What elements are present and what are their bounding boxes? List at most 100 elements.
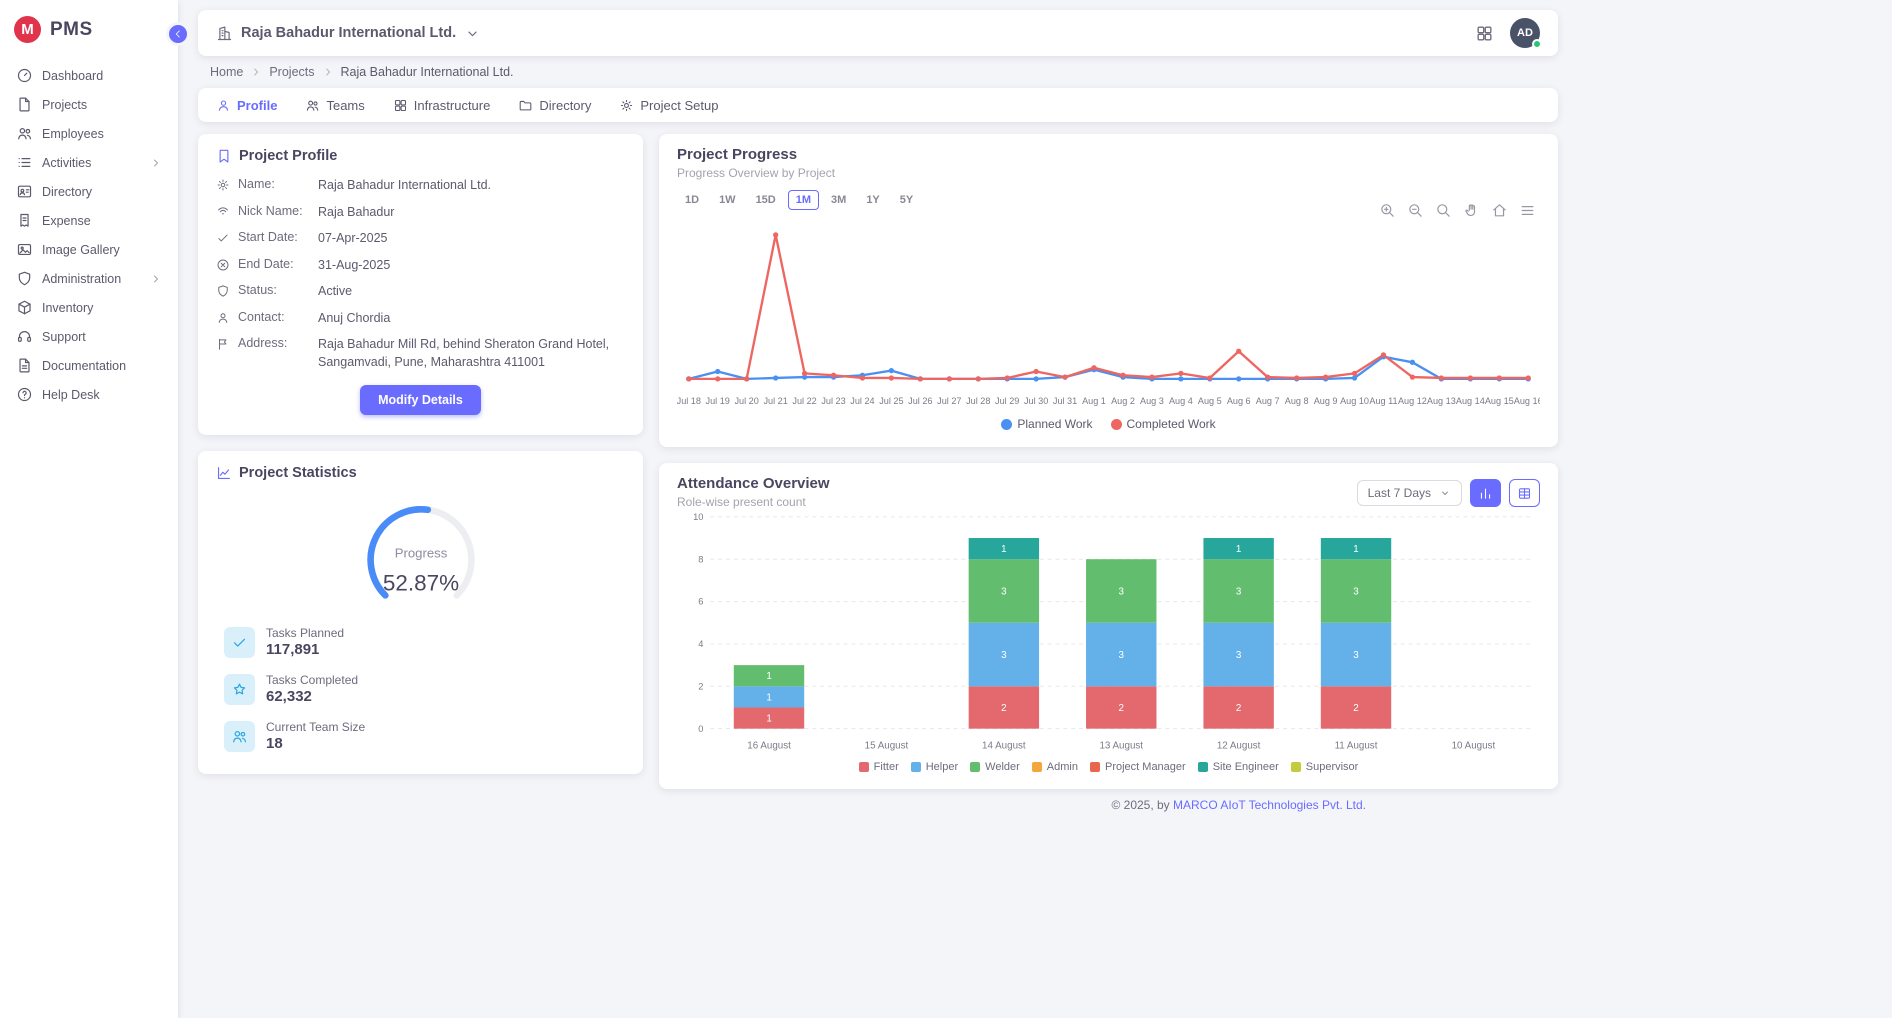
project-progress-chart[interactable]: Jul 18Jul 19Jul 20Jul 21Jul 22Jul 23Jul … bbox=[677, 210, 1540, 415]
legend-item[interactable]: Project Manager bbox=[1090, 761, 1186, 773]
svg-text:Aug 8: Aug 8 bbox=[1285, 396, 1309, 406]
field-label: Nick Name: bbox=[238, 204, 310, 218]
chevron-down-icon bbox=[1439, 487, 1451, 499]
range-15d-button[interactable]: 15D bbox=[748, 190, 784, 210]
check-icon bbox=[224, 627, 255, 658]
attendance-chart[interactable]: 024681011116 August15 August233114 Augus… bbox=[677, 509, 1540, 759]
svg-text:1: 1 bbox=[1353, 544, 1358, 555]
modify-details-button[interactable]: Modify Details bbox=[360, 385, 481, 415]
range-1w-button[interactable]: 1W bbox=[711, 190, 744, 210]
sidebar-item-administration[interactable]: Administration bbox=[9, 264, 169, 293]
breadcrumb-home[interactable]: Home bbox=[210, 65, 243, 79]
sidebar-item-label: Activities bbox=[42, 156, 141, 170]
sidebar-collapse-button[interactable] bbox=[166, 22, 190, 46]
legend-swatch bbox=[859, 762, 869, 772]
employees-icon bbox=[16, 125, 33, 142]
table-view-button[interactable] bbox=[1509, 479, 1540, 507]
svg-text:Aug 6: Aug 6 bbox=[1227, 396, 1251, 406]
svg-text:3: 3 bbox=[1001, 586, 1007, 597]
apps-grid-icon bbox=[1475, 24, 1494, 43]
stat-tasks-completed: Tasks Completed 62,332 bbox=[224, 673, 625, 705]
chart-line-icon bbox=[216, 465, 232, 481]
legend-swatch bbox=[970, 762, 980, 772]
attendance-controls: Last 7 Days bbox=[1357, 479, 1540, 507]
svg-text:Aug 3: Aug 3 bbox=[1140, 396, 1164, 406]
range-5y-button[interactable]: 5Y bbox=[892, 190, 921, 210]
tab-profile[interactable]: Profile bbox=[216, 88, 277, 122]
sidebar-item-dashboard[interactable]: Dashboard bbox=[9, 61, 169, 90]
stat-value: 62,332 bbox=[266, 688, 358, 705]
legend-item[interactable]: Fitter bbox=[859, 761, 899, 773]
range-1y-button[interactable]: 1Y bbox=[858, 190, 887, 210]
chevron-left-icon bbox=[172, 28, 184, 40]
help-desk-icon bbox=[16, 386, 33, 403]
stat-label: Current Team Size bbox=[266, 720, 365, 734]
legend-item[interactable]: Welder bbox=[970, 761, 1020, 773]
svg-text:Jul 18: Jul 18 bbox=[677, 396, 701, 406]
svg-text:Jul 27: Jul 27 bbox=[937, 396, 961, 406]
user-avatar[interactable]: AD bbox=[1510, 18, 1540, 48]
sidebar-item-expense[interactable]: Expense bbox=[9, 206, 169, 235]
brand-name: PMS bbox=[50, 19, 93, 41]
breadcrumb-projects[interactable]: Projects bbox=[269, 65, 314, 79]
legend-item[interactable]: Admin bbox=[1032, 761, 1078, 773]
tab-project-setup[interactable]: Project Setup bbox=[619, 88, 718, 122]
company-selector[interactable]: Raja Bahadur International Ltd. bbox=[216, 25, 481, 42]
range-3m-button[interactable]: 3M bbox=[823, 190, 854, 210]
range-1d-button[interactable]: 1D bbox=[677, 190, 707, 210]
pan-icon[interactable] bbox=[1463, 202, 1480, 219]
home-icon[interactable] bbox=[1491, 202, 1508, 219]
zoom-out-icon[interactable] bbox=[1407, 202, 1424, 219]
field-value: Raja Bahadur International Ltd. bbox=[318, 177, 625, 195]
range-1m-button[interactable]: 1M bbox=[788, 190, 819, 210]
sidebar-item-support[interactable]: Support bbox=[9, 322, 169, 351]
attendance-range-select[interactable]: Last 7 Days bbox=[1357, 480, 1462, 506]
bar-chart-view-button[interactable] bbox=[1470, 479, 1501, 507]
sidebar-item-directory[interactable]: Directory bbox=[9, 177, 169, 206]
legend-item[interactable]: Helper bbox=[911, 761, 958, 773]
svg-text:Aug 12: Aug 12 bbox=[1398, 396, 1427, 406]
person-icon bbox=[216, 98, 231, 113]
sidebar-item-image-gallery[interactable]: Image Gallery bbox=[9, 235, 169, 264]
sidebar-item-documentation[interactable]: Documentation bbox=[9, 351, 169, 380]
stat-value: 18 bbox=[266, 735, 365, 752]
sidebar-item-activities[interactable]: Activities bbox=[9, 148, 169, 177]
svg-text:Jul 20: Jul 20 bbox=[734, 396, 758, 406]
legend-item[interactable]: Supervisor bbox=[1291, 761, 1359, 773]
attendance-title: Attendance Overview bbox=[677, 475, 830, 492]
brand[interactable]: M PMS bbox=[0, 0, 178, 55]
apps-grid-button[interactable] bbox=[1475, 24, 1494, 43]
sidebar-item-inventory[interactable]: Inventory bbox=[9, 293, 169, 322]
svg-text:Aug 9: Aug 9 bbox=[1314, 396, 1338, 406]
legend-item[interactable]: Site Engineer bbox=[1198, 761, 1279, 773]
zoom-in-icon[interactable] bbox=[1379, 202, 1396, 219]
svg-text:2: 2 bbox=[1119, 703, 1124, 714]
footer-link[interactable]: MARCO AIoT Technologies Pvt. Ltd. bbox=[1173, 798, 1366, 812]
svg-text:6: 6 bbox=[698, 597, 703, 607]
tab-bar: Profile Teams Infrastructure Directory P… bbox=[198, 88, 1558, 122]
table-icon bbox=[1517, 486, 1532, 501]
svg-text:3: 3 bbox=[1353, 586, 1359, 597]
svg-text:3: 3 bbox=[1119, 586, 1125, 597]
sidebar-item-help-desk[interactable]: Help Desk bbox=[9, 380, 169, 409]
svg-text:1: 1 bbox=[1001, 544, 1006, 555]
legend-item[interactable]: Completed Work bbox=[1111, 417, 1216, 431]
profile-field-start-date: Start Date: 07-Apr-2025 bbox=[216, 230, 625, 248]
breadcrumb: Home Projects Raja Bahadur International… bbox=[210, 65, 1890, 79]
tab-infrastructure[interactable]: Infrastructure bbox=[393, 88, 491, 122]
svg-text:3: 3 bbox=[1353, 650, 1359, 661]
svg-text:Jul 31: Jul 31 bbox=[1053, 396, 1077, 406]
content: Project Profile Name: Raja Bahadur Inter… bbox=[198, 134, 1558, 789]
projects-icon bbox=[16, 96, 33, 113]
gear-icon bbox=[216, 177, 230, 192]
svg-text:Aug 1: Aug 1 bbox=[1082, 396, 1106, 406]
field-label: Name: bbox=[238, 177, 310, 191]
selection-zoom-icon[interactable] bbox=[1435, 202, 1452, 219]
tab-teams[interactable]: Teams bbox=[305, 88, 364, 122]
svg-text:Jul 25: Jul 25 bbox=[879, 396, 903, 406]
tab-directory[interactable]: Directory bbox=[518, 88, 591, 122]
menu-icon[interactable] bbox=[1519, 202, 1536, 219]
sidebar-item-projects[interactable]: Projects bbox=[9, 90, 169, 119]
legend-item[interactable]: Planned Work bbox=[1001, 417, 1092, 431]
sidebar-item-employees[interactable]: Employees bbox=[9, 119, 169, 148]
